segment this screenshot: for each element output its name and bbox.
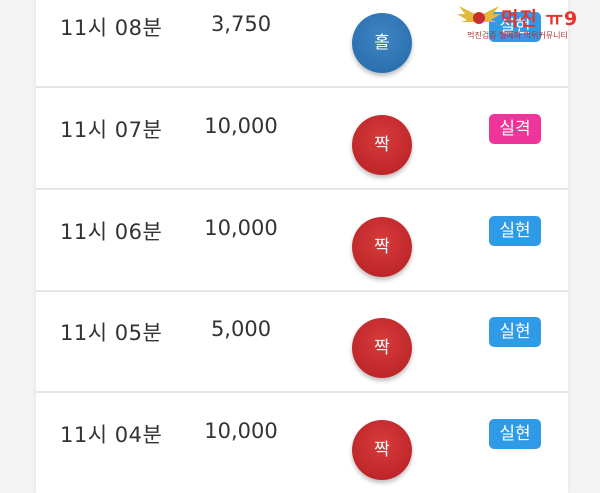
result-ball: 짝 [352,217,412,277]
divider [36,290,568,292]
round-time: 11시 07분 [60,118,163,142]
watermark-subtitle: 먹진검증 명예의 먹튀커뮤니티 [467,31,568,40]
list-item[interactable]: 11시 06분 10,000 짝 실현 [36,192,568,292]
watermark-logo: 먹진 ㅠ9 먹진검증 명예의 먹튀커뮤니티 [455,2,580,40]
round-time: 11시 05분 [60,321,163,345]
bet-amount: 10,000 [204,114,278,138]
divider [36,391,568,393]
bet-amount: 3,750 [210,12,272,36]
round-time: 11시 04분 [60,423,163,447]
status-badge: 실현 [489,216,541,246]
result-ball: 홀 [352,13,412,73]
result-ball: 짝 [352,318,412,378]
result-ball: 짝 [352,115,412,175]
status-badge: 실현 [489,419,541,449]
status-badge: 실현 [489,317,541,347]
list-item[interactable]: 11시 07분 10,000 짝 실격 [36,90,568,190]
history-list: 11시 08분 3,750 홀 실현 11시 07분 10,000 짝 실격 1… [36,0,568,493]
bet-amount: 5,000 [210,317,272,341]
round-time: 11시 06분 [60,220,163,244]
page: 11시 08분 3,750 홀 실현 11시 07분 10,000 짝 실격 1… [0,0,600,493]
watermark-title: 먹진 ㅠ9 [501,8,579,30]
bet-amount: 10,000 [204,216,278,240]
result-ball: 짝 [352,420,412,480]
round-time: 11시 08분 [60,16,163,40]
list-item[interactable]: 11시 05분 5,000 짝 실현 [36,293,568,393]
list-item[interactable]: 11시 04분 10,000 짝 실현 [36,395,568,493]
status-badge: 실격 [489,114,541,144]
divider [36,86,568,88]
bet-amount: 10,000 [204,419,278,443]
divider [36,188,568,190]
wing-emblem-icon [457,6,501,24]
